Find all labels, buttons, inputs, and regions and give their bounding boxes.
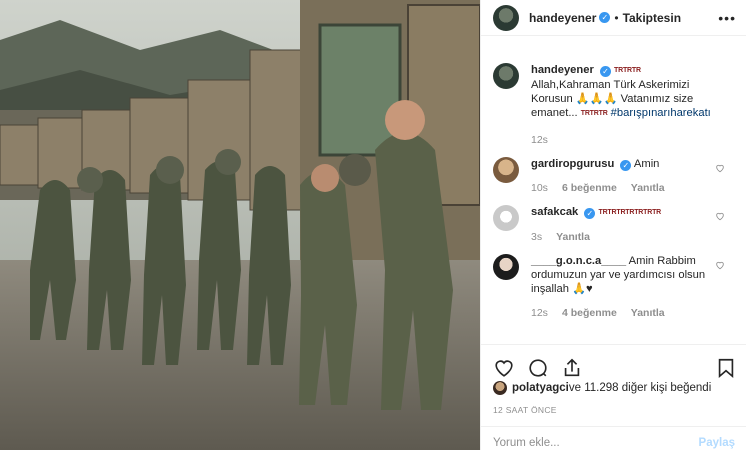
post-timestamp[interactable]: 12 SAAT ÖNCE [493,405,557,415]
comment-likes[interactable]: 4 beğenme [562,306,617,320]
reply-button[interactable]: Yanıtla [556,230,590,244]
liker-avatar[interactable] [493,381,507,395]
reply-button[interactable]: Yanıtla [631,181,665,195]
commenter-avatar[interactable] [493,157,519,183]
verified-icon: ✓ [620,160,632,171]
heart-icon[interactable] [493,357,515,379]
post-comment-button[interactable]: Paylaş [699,437,735,449]
post-image[interactable] [0,0,480,450]
share-icon[interactable] [561,357,583,379]
caption-hashtag[interactable]: #barışpınarıharekatı [611,107,711,119]
like-comment-heart-icon[interactable] [715,260,725,270]
like-comment-heart-icon[interactable] [715,163,725,173]
flag-emoji: TRTRTR [580,110,608,117]
caption-time[interactable]: 12s [531,133,548,147]
instagram-post: handeyener ✓ • Takiptesin ••• handeyener… [0,0,746,450]
soldiers-photo [0,0,480,450]
comments-list[interactable]: handeyener ✓ TRTRTR Allah,Kahraman Türk … [481,37,746,343]
following-status[interactable]: Takiptesin [623,11,681,25]
action-bar [481,344,746,384]
more-options-icon[interactable]: ••• [718,10,736,26]
comment-likes[interactable]: 6 beğenme [562,181,617,195]
comment-item: ____g.o.n.c.a____ Amin Rabbim ordumuzun … [493,254,735,320]
caption-username[interactable]: handeyener [531,64,594,76]
author-avatar[interactable] [493,4,519,31]
author-username[interactable]: handeyener [529,11,596,25]
comment-item: gardiropgurusu ✓ Amin 10s 6 beğenme Yanı… [493,157,735,195]
comment-time[interactable]: 3s [531,230,542,244]
separator-dot: • [614,10,619,25]
commenter-avatar[interactable] [493,205,519,231]
flag-emoji: TRTRTR [614,67,641,74]
comment-input[interactable] [493,436,699,449]
comment-username[interactable]: ____g.o.n.c.a____ [531,255,626,267]
liker-username[interactable]: polatyagci [512,382,569,394]
comment-text: Amin [633,158,660,170]
caption-avatar[interactable] [493,63,519,89]
comment-time[interactable]: 12s [531,306,548,320]
verified-icon: ✓ [599,66,611,77]
likes-summary[interactable]: polatyagci ve 11.298 diğer kişi beğendi [493,381,711,395]
likes-count-text[interactable]: ve 11.298 diğer kişi beğendi [569,382,711,394]
post-header: handeyener ✓ • Takiptesin ••• [481,0,746,36]
commenter-avatar[interactable] [493,254,519,280]
comment-username[interactable]: safakcak [531,206,578,218]
comment-username[interactable]: gardiropgurusu [531,158,614,170]
verified-icon: ✓ [584,208,596,219]
comment-text: TRTRTRTRTRTRTR [598,209,662,216]
add-comment-bar: Paylaş [481,426,746,450]
comment-icon[interactable] [527,357,549,379]
caption: handeyener ✓ TRTRTR Allah,Kahraman Türk … [493,63,735,147]
verified-icon: ✓ [599,12,611,23]
bookmark-icon[interactable] [715,357,737,379]
comment-item: safakcak ✓ TRTRTRTRTRTRTR 3s Yanıtla [493,205,735,244]
reply-button[interactable]: Yanıtla [631,306,665,320]
post-sidebar: handeyener ✓ • Takiptesin ••• handeyener… [480,0,746,450]
like-comment-heart-icon[interactable] [715,211,725,221]
comment-time[interactable]: 10s [531,181,548,195]
